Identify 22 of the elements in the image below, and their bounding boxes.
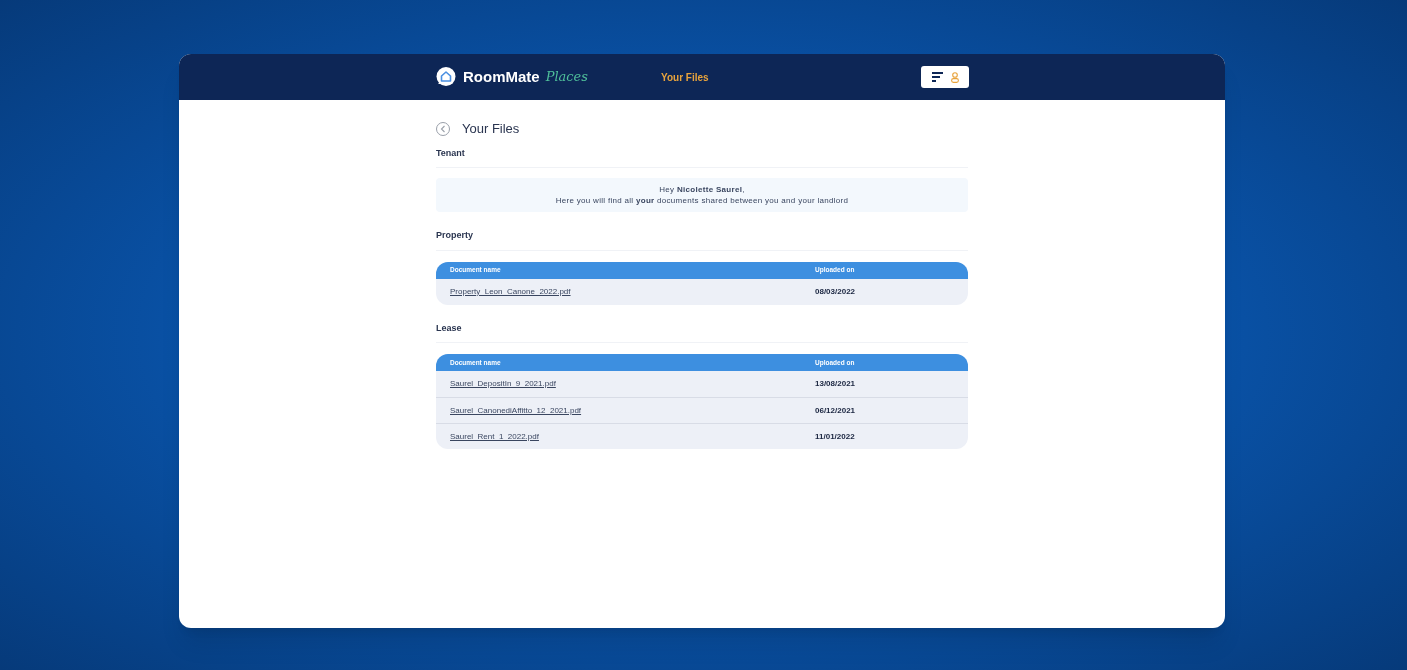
chevron-left-icon xyxy=(440,124,446,133)
message-text: Here you will find all your documents shared between you and your landlord xyxy=(555,195,849,206)
file-link[interactable]: Saurel_DepositIn_9_2021.pdf xyxy=(450,378,556,390)
menu-icon xyxy=(931,72,943,82)
section-heading: Lease xyxy=(436,321,968,343)
menu-profile-button[interactable] xyxy=(921,66,969,88)
page-title: Your Files xyxy=(462,120,520,138)
section-heading: Tenant xyxy=(436,146,968,168)
file-link[interactable]: Saurel_CanonediAffitto_12_2021.pdf xyxy=(450,404,582,417)
house-bubble-logo-icon xyxy=(435,66,457,88)
upload-date: 13/08/2021 xyxy=(815,378,856,390)
upload-date: 06/12/2021 xyxy=(815,404,856,417)
nav-link[interactable]: Your Files xyxy=(661,69,709,85)
brand-script: Places xyxy=(545,68,588,87)
brand-name: RoomMate xyxy=(463,66,540,87)
user-icon xyxy=(950,71,959,83)
greeting-text: Hey Nicolette Saurel, xyxy=(659,184,745,195)
upload-date: 11/01/2022 xyxy=(815,430,855,443)
file-link[interactable]: Property_Leon_Canone_2022.pdf xyxy=(450,285,571,298)
section-heading: Property xyxy=(436,229,968,251)
file-link[interactable]: Saurel_Rent_1_2022.pdf xyxy=(450,430,539,443)
upload-date: 08/03/2022 xyxy=(815,285,856,298)
